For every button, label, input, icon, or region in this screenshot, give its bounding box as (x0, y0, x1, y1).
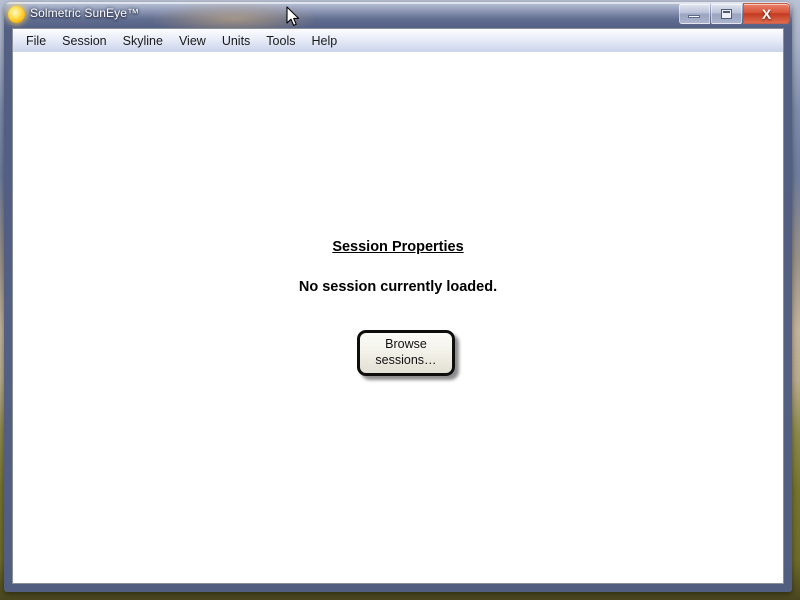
maximize-icon (721, 9, 732, 19)
status-message: No session currently loaded. (298, 279, 498, 295)
menu-item-skyline[interactable]: Skyline (115, 32, 171, 50)
menu-bar: File Session Skyline View Units Tools He… (13, 29, 783, 53)
close-button[interactable]: X (743, 3, 790, 24)
application-window: Solmetric SunEye™ X File Session Skyline… (4, 2, 792, 592)
session-properties-panel: Session Properties No session currently … (13, 54, 783, 583)
title-bar[interactable]: Solmetric SunEye™ X (4, 2, 792, 28)
client-area: File Session Skyline View Units Tools He… (12, 28, 784, 584)
browse-button-line1: Browse (385, 337, 427, 352)
menu-item-view[interactable]: View (171, 32, 214, 50)
window-controls: X (678, 3, 790, 24)
menu-item-units[interactable]: Units (214, 32, 258, 50)
menu-item-tools[interactable]: Tools (258, 32, 303, 50)
maximize-button[interactable] (711, 3, 742, 24)
page-title: Session Properties (332, 239, 464, 255)
menu-item-file[interactable]: File (18, 32, 54, 50)
menu-item-help[interactable]: Help (303, 32, 345, 50)
menu-item-session[interactable]: Session (54, 32, 114, 50)
close-icon: X (761, 5, 772, 22)
browse-button-line2: sessions… (375, 353, 437, 367)
minimize-button[interactable] (679, 3, 710, 24)
sun-icon (8, 6, 25, 23)
browse-sessions-button[interactable]: Browse sessions… (357, 330, 455, 376)
minimize-icon (688, 15, 700, 18)
window-title: Solmetric SunEye™ (30, 6, 140, 20)
